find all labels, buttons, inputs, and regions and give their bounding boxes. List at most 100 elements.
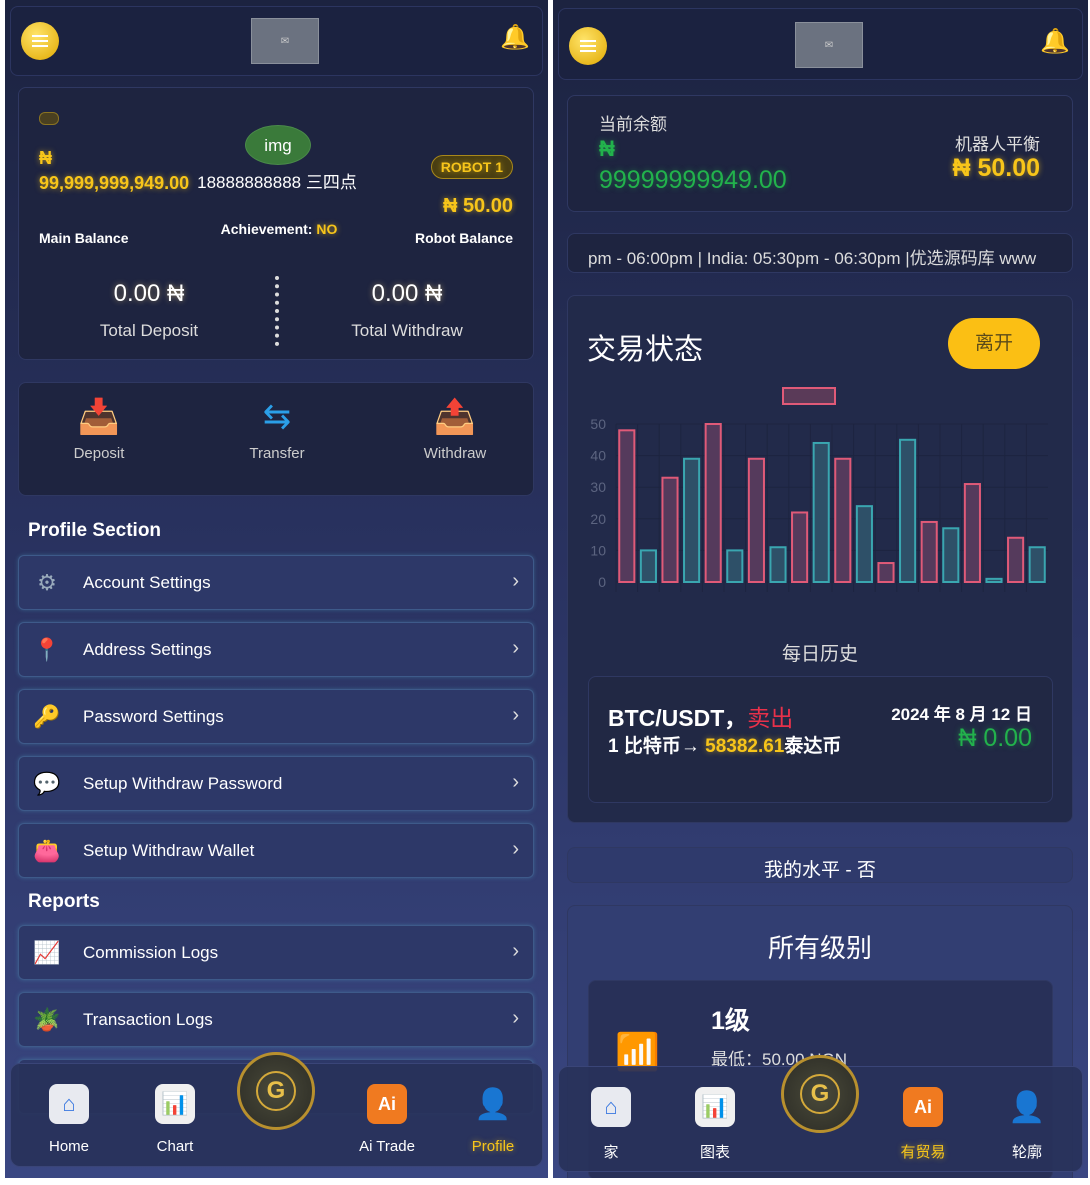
- bar[interactable]: [985, 577, 1003, 583]
- g-coin-icon: G: [800, 1074, 840, 1114]
- trade-profit: ₦ 0.00: [958, 724, 1032, 752]
- withdraw-icon: 📤: [433, 398, 477, 436]
- robot-badge: ROBOT 1: [430, 155, 513, 179]
- menu-item-setup-withdraw-wallet[interactable]: 👛 Setup Withdraw Wallet ›: [18, 823, 534, 878]
- rate-suffix: 泰达币: [784, 736, 842, 757]
- main-balance-label: Main Balance: [39, 230, 129, 246]
- leave-button[interactable]: 离开: [948, 318, 1040, 369]
- withdraw-label: Withdraw: [423, 445, 487, 462]
- center-coin-button[interactable]: G: [781, 1055, 859, 1133]
- nav-label: Profile: [471, 1138, 515, 1155]
- menu-item-label: Account Settings: [83, 573, 211, 592]
- bar[interactable]: [963, 483, 981, 583]
- bar[interactable]: [747, 457, 765, 583]
- menu-item-label: Setup Withdraw Wallet: [83, 841, 255, 860]
- bar[interactable]: [661, 476, 679, 583]
- transfer-button[interactable]: ⇆ Transfer: [237, 397, 317, 462]
- withdraw-button[interactable]: 📤 Withdraw: [415, 397, 495, 462]
- menu-item-transaction-logs[interactable]: 🪴 Transaction Logs ›: [18, 992, 534, 1047]
- bar[interactable]: [877, 562, 895, 583]
- nav-profile[interactable]: 👤 Profile: [453, 1084, 533, 1156]
- g-coin-icon: G: [256, 1071, 296, 1111]
- logo: ✉: [251, 18, 319, 64]
- bar[interactable]: [704, 423, 722, 583]
- my-level-text: 我的水平 - 否: [764, 860, 876, 881]
- nav-label: 有贸易: [900, 1144, 946, 1161]
- bar[interactable]: [639, 549, 657, 583]
- menu-item-label: Password Settings: [83, 707, 224, 726]
- nav-label: 家: [603, 1144, 619, 1161]
- home-icon: ⌂: [591, 1087, 631, 1127]
- bar[interactable]: [1007, 536, 1025, 583]
- y-tick-label: 40: [590, 448, 606, 464]
- key-icon: 🔑: [33, 704, 61, 729]
- chevron-right-icon: ›: [512, 771, 519, 793]
- menu-item-password-settings[interactable]: 🔑 Password Settings ›: [18, 689, 534, 744]
- bar[interactable]: [942, 527, 960, 583]
- level-name: 1级: [711, 1007, 750, 1035]
- main-balance-amount: 99,999,999,949.00: [39, 173, 190, 193]
- nav-chart[interactable]: 📊 Chart: [135, 1084, 215, 1155]
- menu-item-account-settings[interactable]: ⚙ Account Settings ›: [18, 555, 534, 610]
- balance-amount: 99999999949.00: [599, 166, 787, 194]
- legend-swatch[interactable]: [782, 387, 836, 405]
- trade-date: 2024 年 8 月 12 日: [891, 705, 1032, 724]
- chat-bubble-icon: 💬: [33, 771, 61, 796]
- bar[interactable]: [899, 438, 917, 583]
- menu-item-label: Transaction Logs: [83, 1010, 213, 1029]
- balance-card: ₦ 99,999,999,949.00 Main Balance img 1888…: [18, 87, 534, 360]
- bell-icon[interactable]: 🔔: [1040, 27, 1070, 56]
- currency-symbol: ₦: [599, 136, 615, 161]
- bar[interactable]: [834, 457, 852, 583]
- toggle-pill[interactable]: [39, 112, 59, 125]
- person-icon: 👤: [474, 1087, 512, 1121]
- nav-profile[interactable]: 👤 轮廓: [987, 1087, 1067, 1162]
- menu-button[interactable]: [569, 27, 607, 65]
- transfer-label: Transfer: [249, 445, 305, 462]
- robot-balance-amount: ₦ 50.00: [442, 195, 513, 217]
- bell-icon[interactable]: 🔔: [500, 23, 530, 52]
- bar[interactable]: [791, 511, 809, 583]
- user-phone: 18888888888 三四点: [197, 173, 357, 192]
- daily-history-label: 每日历史: [781, 644, 858, 665]
- nav-label: Home: [48, 1138, 89, 1155]
- nav-home[interactable]: ⌂ Home: [29, 1084, 109, 1155]
- profile-screen: ✉ 🔔 ₦ 99,999,999,949.00 Main Balance img …: [5, 0, 548, 1178]
- menu-item-commission-logs[interactable]: 📈 Commission Logs ›: [18, 925, 534, 980]
- chevron-right-icon: ›: [512, 637, 519, 659]
- nav-home[interactable]: ⌂ 家: [571, 1087, 651, 1162]
- total-deposit-label: Total Deposit: [99, 321, 199, 340]
- chevron-right-icon: ›: [512, 1007, 519, 1029]
- nav-ai-trade[interactable]: Ai 有贸易: [883, 1087, 963, 1162]
- menu-item-address-settings[interactable]: 📍 Address Settings ›: [18, 622, 534, 677]
- announcement-marquee: pm - 06:00pm | India: 05:30pm - 06:30pm …: [567, 233, 1073, 273]
- y-tick-label: 20: [590, 511, 606, 527]
- menu-button[interactable]: [21, 22, 59, 60]
- home-icon: ⌂: [49, 1084, 89, 1124]
- center-coin-button[interactable]: G: [237, 1052, 315, 1130]
- commission-chart-icon: 📈: [33, 940, 61, 965]
- balance-label: 当前余额: [599, 115, 667, 134]
- ai-icon: Ai: [903, 1087, 943, 1127]
- nav-ai-trade[interactable]: Ai Ai Trade: [347, 1084, 427, 1155]
- bottom-nav: ⌂ 家 📊 图表 G Ai 有贸易 👤 轮廓: [558, 1055, 1083, 1172]
- bar[interactable]: [683, 457, 701, 583]
- trade-status-title: 交易状态: [587, 334, 704, 366]
- bar[interactable]: [812, 441, 830, 583]
- bar[interactable]: [618, 429, 636, 583]
- bar[interactable]: [769, 546, 787, 584]
- marquee-text: pm - 06:00pm | India: 05:30pm - 06:30pm …: [588, 249, 1037, 268]
- y-tick-label: 50: [590, 416, 606, 432]
- menu-item-setup-withdraw-password[interactable]: 💬 Setup Withdraw Password ›: [18, 756, 534, 811]
- nav-chart[interactable]: 📊 图表: [675, 1087, 755, 1162]
- total-withdraw-amount: 0.00 ₦: [371, 280, 443, 307]
- achievement-label: Achievement:: [220, 221, 313, 237]
- balance-card: 当前余额 ₦ 99999999949.00 机器人平衡 ₦ 50.00: [567, 95, 1073, 212]
- bar[interactable]: [1028, 546, 1046, 584]
- chevron-right-icon: ›: [512, 940, 519, 962]
- bar[interactable]: [855, 505, 873, 583]
- nav-label: Chart: [156, 1138, 194, 1155]
- deposit-button[interactable]: 📥 Deposit: [59, 397, 139, 462]
- bar[interactable]: [726, 549, 744, 583]
- bar[interactable]: [920, 520, 938, 584]
